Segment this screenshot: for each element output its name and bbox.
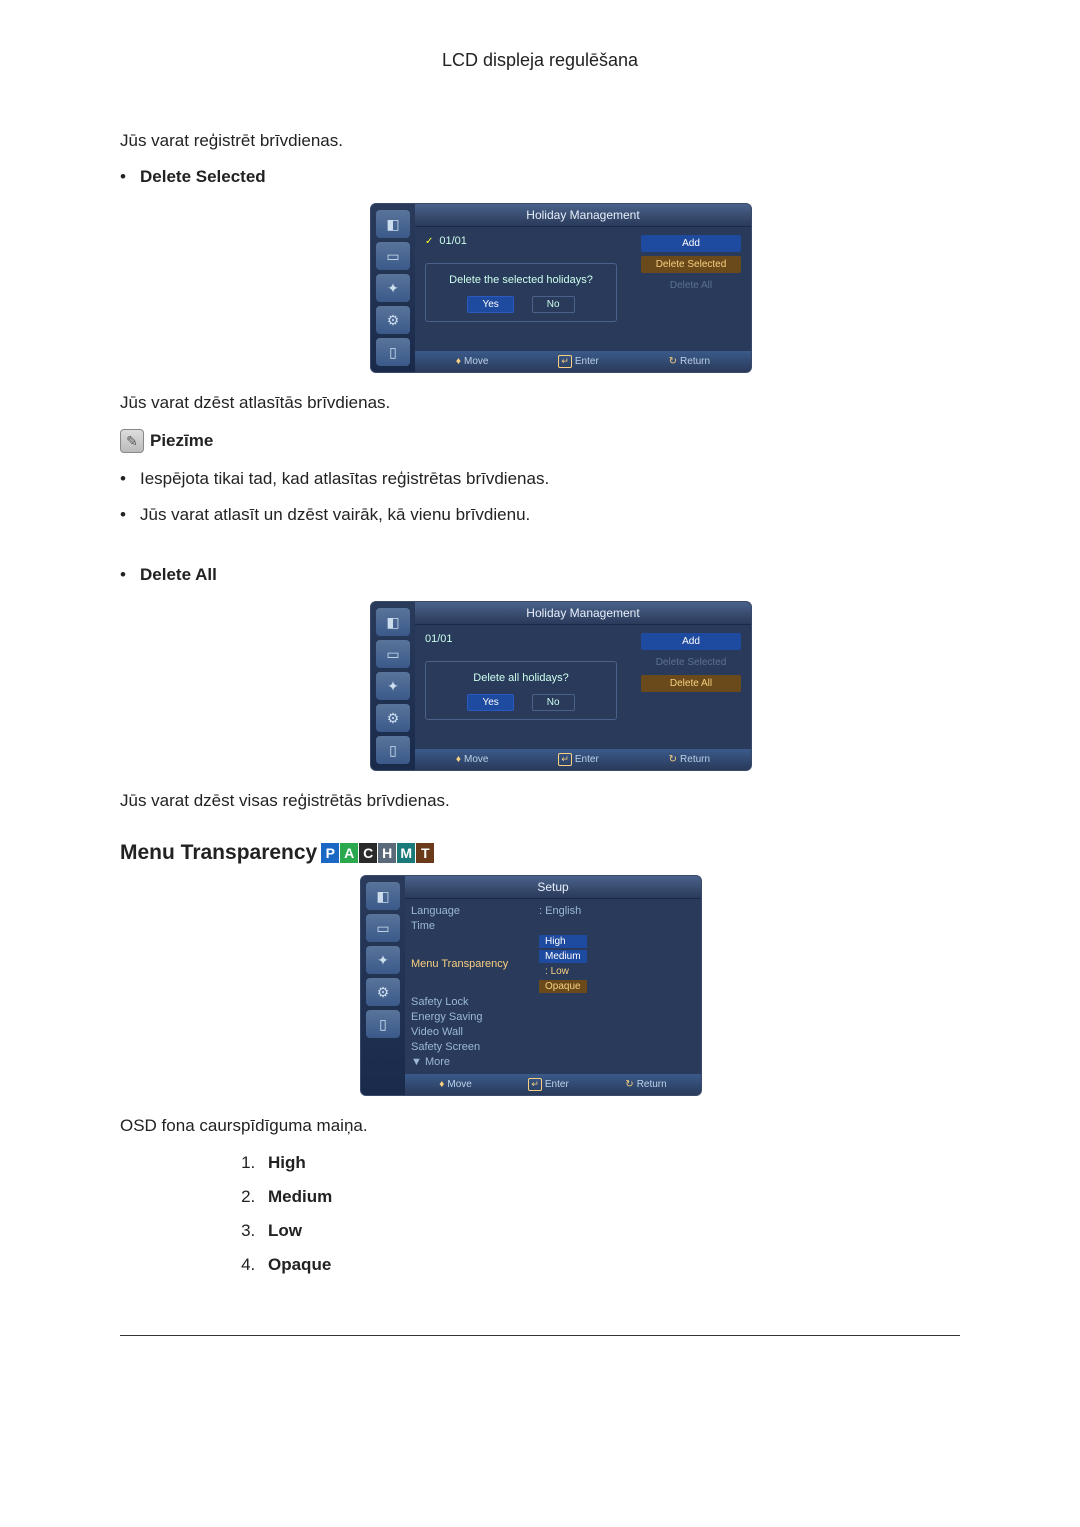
add-button[interactable]: Add — [641, 633, 741, 650]
note-label: Piezīme — [150, 431, 213, 451]
enter-icon: ↵ — [528, 1078, 542, 1091]
osd-icon-4: ⚙ — [366, 978, 400, 1006]
dialog-yes-button[interactable]: Yes — [467, 296, 513, 313]
add-button[interactable]: Add — [641, 235, 741, 252]
note-icon: ✎ — [120, 429, 144, 453]
osd-side-icons: ◧ ▭ ✦ ⚙ ▯ — [371, 602, 415, 770]
bullet-delete-selected: • Delete Selected — [120, 167, 960, 187]
menu-transparency-row[interactable]: Menu Transparency — [411, 958, 531, 970]
mode-badges: P A C H M T — [321, 843, 434, 863]
dialog-no-button[interactable]: No — [532, 694, 575, 711]
confirm-dialog: Delete the selected holidays? Yes No — [425, 263, 617, 322]
note-item-2: • Jūs varat atlasīt un dzēst vairāk, kā … — [120, 505, 960, 525]
page-header: LCD displeja regulēšana — [120, 50, 960, 71]
osd-icon-1: ◧ — [366, 882, 400, 910]
menu-transparency-heading: Menu Transparency P A C H M T — [120, 841, 960, 865]
badge-c-icon: C — [359, 843, 377, 863]
osd-icon-5: ▯ — [376, 736, 410, 764]
osd-title: Setup — [405, 876, 701, 899]
bullet-delete-all: • Delete All — [120, 565, 960, 585]
setup-list: Language: English Time Menu Transparency… — [405, 899, 701, 1074]
move-arrows-icon: ♦ — [456, 356, 461, 367]
setup-menu-screenshot: ◧ ▭ ✦ ⚙ ▯ Setup Language: English Time M… — [360, 875, 702, 1096]
dialog-question: Delete all holidays? — [436, 672, 606, 684]
menu-transparency-after-text: OSD fona caurspīdīguma maiņa. — [120, 1116, 960, 1136]
holiday-date-row: ✓ 01/01 — [425, 235, 631, 247]
delete-selected-label: Delete Selected — [140, 167, 266, 187]
delete-all-button[interactable]: Delete All — [641, 675, 741, 692]
delete-selected-button[interactable]: Delete Selected — [641, 256, 741, 273]
list-item-low: Low — [268, 1221, 302, 1240]
osd-icon-2: ▭ — [376, 640, 410, 668]
option-high[interactable]: High — [539, 935, 587, 948]
osd-icon-3: ✦ — [376, 672, 410, 700]
osd-icon-5: ▯ — [366, 1010, 400, 1038]
bullet-dot-icon: • — [120, 167, 140, 187]
badge-p-icon: P — [321, 843, 339, 863]
enter-icon: ↵ — [558, 355, 572, 368]
dialog-question: Delete the selected holidays? — [436, 274, 606, 286]
osd-icon-4: ⚙ — [376, 306, 410, 334]
delete-all-label: Delete All — [140, 565, 217, 585]
move-arrows-icon: ♦ — [439, 1079, 444, 1090]
holiday-date: 01/01 — [439, 235, 467, 247]
option-opaque[interactable]: Opaque — [539, 980, 587, 993]
transparency-options-list: High Medium Low Opaque — [120, 1153, 960, 1275]
confirm-dialog: Delete all holidays? Yes No — [425, 661, 617, 720]
bullet-dot-icon: • — [120, 505, 140, 525]
holiday-date-row: 01/01 — [425, 633, 631, 645]
osd-icon-3: ✦ — [366, 946, 400, 974]
osd-icon-4: ⚙ — [376, 704, 410, 732]
osd-icon-3: ✦ — [376, 274, 410, 302]
bullet-dot-icon: • — [120, 565, 140, 585]
return-icon: ↻ — [669, 754, 677, 765]
delete-selected-after-text: Jūs varat dzēst atlasītās brīvdienas. — [120, 393, 960, 413]
holiday-date: 01/01 — [425, 633, 453, 645]
holiday-management-screenshot-delete-selected: ◧ ▭ ✦ ⚙ ▯ Holiday Management ✓ 01/01 Del… — [370, 203, 752, 373]
return-icon: ↻ — [669, 356, 677, 367]
osd-icon-5: ▯ — [376, 338, 410, 366]
register-holidays-text: Jūs varat reģistrēt brīvdienas. — [120, 131, 960, 151]
badge-t-icon: T — [416, 843, 434, 863]
dialog-yes-button[interactable]: Yes — [467, 694, 513, 711]
enter-icon: ↵ — [558, 753, 572, 766]
delete-all-after-text: Jūs varat dzēst visas reģistrētās brīvdi… — [120, 791, 960, 811]
osd-title: Holiday Management — [415, 204, 751, 227]
delete-selected-button[interactable]: Delete Selected — [641, 654, 741, 671]
checkmark-icon: ✓ — [425, 236, 433, 247]
osd-icon-1: ◧ — [376, 210, 410, 238]
list-item-high: High — [268, 1153, 306, 1172]
dialog-no-button[interactable]: No — [532, 296, 575, 313]
osd-side-icons: ◧ ▭ ✦ ⚙ ▯ — [371, 204, 415, 372]
badge-h-icon: H — [378, 843, 396, 863]
list-item-medium: Medium — [268, 1187, 332, 1206]
osd-footer: ♦Move ↵Enter ↻Return — [415, 351, 751, 372]
badge-m-icon: M — [397, 843, 415, 863]
return-icon: ↻ — [625, 1079, 633, 1090]
badge-a-icon: A — [340, 843, 358, 863]
osd-side-icons: ◧ ▭ ✦ ⚙ ▯ — [361, 876, 405, 1095]
holiday-management-screenshot-delete-all: ◧ ▭ ✦ ⚙ ▯ Holiday Management 01/01 Delet… — [370, 601, 752, 771]
bullet-dot-icon: • — [120, 469, 140, 489]
delete-all-button[interactable]: Delete All — [641, 277, 741, 294]
osd-footer: ♦Move ↵Enter ↻Return — [405, 1074, 701, 1095]
osd-icon-2: ▭ — [366, 914, 400, 942]
osd-icon-1: ◧ — [376, 608, 410, 636]
note-line: ✎ Piezīme — [120, 429, 960, 453]
option-medium[interactable]: Medium — [539, 950, 587, 963]
note-item-1: • Iespējota tikai tad, kad atlasītas reģ… — [120, 469, 960, 489]
list-item-opaque: Opaque — [268, 1255, 331, 1274]
osd-footer: ♦Move ↵Enter ↻Return — [415, 749, 751, 770]
option-low[interactable]: : Low — [539, 965, 587, 978]
osd-icon-2: ▭ — [376, 242, 410, 270]
move-arrows-icon: ♦ — [456, 754, 461, 765]
osd-title: Holiday Management — [415, 602, 751, 625]
footer-rule — [120, 1335, 960, 1336]
